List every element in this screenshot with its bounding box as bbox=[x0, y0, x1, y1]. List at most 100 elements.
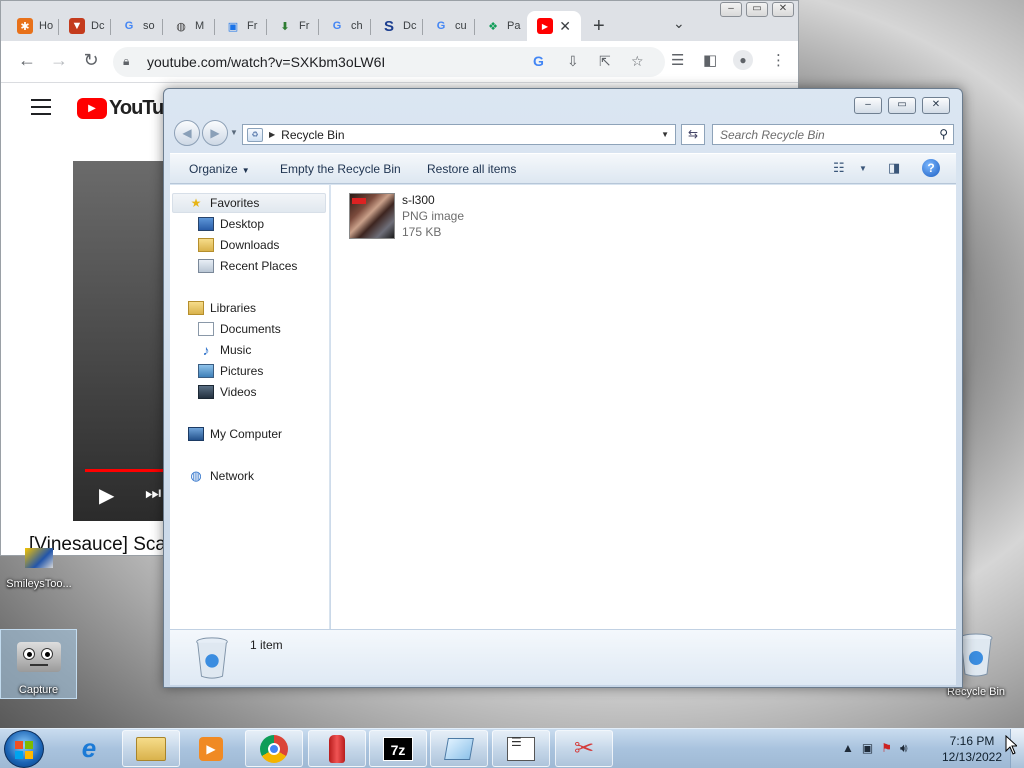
start-button[interactable] bbox=[4, 730, 44, 768]
recent-pages-dropdown-icon[interactable]: ▼ bbox=[230, 128, 238, 146]
nav-my-computer[interactable]: My Computer bbox=[188, 424, 282, 444]
refresh-icon[interactable]: ⇆ bbox=[681, 124, 705, 145]
taskbar: e ▶ 7z ☰ ✂ ▲ ▣ ⚑ 🔊︎ 7:16 PM 12/13/2022 bbox=[0, 728, 1024, 768]
file-name[interactable]: s-l300 bbox=[402, 193, 435, 207]
restore-all-button[interactable]: Restore all items bbox=[427, 162, 516, 176]
maximize-button[interactable]: ▭ bbox=[888, 97, 916, 114]
volume-icon[interactable]: 🔊︎ bbox=[900, 741, 908, 756]
tab-4[interactable]: ▣ Fr bbox=[215, 11, 267, 41]
lock-icon: 🔒︎ bbox=[123, 54, 130, 68]
document-icon: ▣ bbox=[227, 20, 239, 33]
profile-avatar-icon[interactable]: ● bbox=[733, 50, 753, 70]
guide-menu-icon[interactable] bbox=[31, 99, 51, 115]
tab-search-chevron-icon[interactable]: ⌄ bbox=[673, 15, 685, 32]
back-arrow-icon[interactable]: ◀ bbox=[174, 120, 200, 146]
tab-3[interactable]: ◍ M bbox=[163, 11, 215, 41]
nav-downloads[interactable]: Downloads bbox=[198, 235, 279, 255]
tab-label: Pa bbox=[507, 20, 521, 32]
tab-label: Dc bbox=[91, 20, 105, 32]
nav-recent-places[interactable]: Recent Places bbox=[198, 256, 297, 276]
desktop-icon-smileys[interactable]: SmileysToo... bbox=[2, 548, 76, 596]
side-panel-icon[interactable]: ◧ bbox=[703, 51, 717, 69]
new-tab-button[interactable]: + bbox=[593, 15, 605, 38]
address-dropdown-icon[interactable]: ▼ bbox=[661, 130, 669, 139]
google-lens-icon[interactable]: G bbox=[533, 53, 544, 69]
nav-label: Recent Places bbox=[220, 259, 298, 273]
preview-pane-icon[interactable]: ◨ bbox=[888, 160, 900, 176]
taskbar-snipping-tool[interactable]: ✂ bbox=[555, 730, 613, 767]
taskbar-notepad[interactable] bbox=[430, 730, 488, 767]
star-icon: ★ bbox=[190, 196, 202, 210]
tab-7[interactable]: S Dc bbox=[371, 11, 423, 41]
breadcrumb-caret-icon[interactable]: ▶ bbox=[269, 130, 275, 139]
recent-places-icon bbox=[198, 259, 214, 273]
file-thumbnail[interactable] bbox=[349, 193, 395, 239]
tab-8[interactable]: G cu bbox=[423, 11, 475, 41]
network-status-icon[interactable]: ▣ bbox=[862, 741, 873, 756]
browser-toolbar: ← → ↻ 🔒︎ youtube.com/watch?v=SXKbm3oLW6I… bbox=[1, 41, 798, 83]
minimize-button[interactable]: – bbox=[854, 97, 882, 114]
install-app-icon[interactable]: ⇩ bbox=[567, 53, 579, 70]
taskbar-file-explorer[interactable] bbox=[122, 730, 180, 767]
tab-2[interactable]: G so bbox=[111, 11, 163, 41]
tab-6[interactable]: G ch bbox=[319, 11, 371, 41]
search-input[interactable]: Search Recycle Bin ⚲ bbox=[712, 124, 954, 145]
address-bar[interactable]: 🔒︎ youtube.com/watch?v=SXKbm3oLW6I G ⇩ ⇱… bbox=[113, 47, 665, 77]
reload-icon[interactable]: ↻ bbox=[79, 50, 103, 71]
recycle-bin-small-icon: ♻ bbox=[247, 127, 263, 142]
nav-videos[interactable]: Videos bbox=[198, 382, 256, 402]
tab-youtube-active[interactable]: ▶ ✕ bbox=[527, 11, 581, 41]
empty-recycle-bin-button[interactable]: Empty the Recycle Bin bbox=[280, 162, 401, 176]
menu-kebab-icon[interactable]: ⋮ bbox=[771, 51, 786, 69]
media-controls-icon[interactable]: ☰ bbox=[671, 51, 684, 69]
taskbar-notes-list[interactable]: ☰ bbox=[492, 730, 550, 767]
tab-5[interactable]: ⬇ Fr bbox=[267, 11, 319, 41]
breadcrumb[interactable]: Recycle Bin bbox=[281, 128, 344, 142]
show-hidden-icons-icon[interactable]: ▲ bbox=[842, 741, 854, 756]
snipping-tool-icon: ✂ bbox=[573, 735, 595, 762]
taskbar-chrome[interactable] bbox=[245, 730, 303, 767]
close-button[interactable]: ✕ bbox=[772, 2, 794, 17]
taskbar-internet-explorer[interactable]: e bbox=[60, 730, 118, 767]
back-arrow-icon[interactable]: ← bbox=[15, 50, 39, 71]
forward-arrow-icon[interactable]: → bbox=[47, 50, 71, 71]
tab-strip: ✱ Ho ▼ Dc G so ◍ M ▣ Fr ⬇ Fr G ch S Dc G… bbox=[1, 1, 798, 41]
nav-network[interactable]: ◍ Network bbox=[188, 466, 254, 486]
video-progress-bar[interactable] bbox=[85, 469, 173, 472]
nav-documents[interactable]: Documents bbox=[198, 319, 281, 339]
tab-0[interactable]: ✱ Ho bbox=[7, 11, 59, 41]
video-player[interactable]: ▶ ⏭ bbox=[73, 161, 173, 521]
nav-pictures[interactable]: Pictures bbox=[198, 361, 263, 381]
next-video-icon[interactable]: ⏭ bbox=[145, 483, 161, 504]
nav-music[interactable]: ♪ Music bbox=[198, 340, 252, 360]
close-button[interactable]: ✕ bbox=[922, 97, 950, 114]
minimize-button[interactable]: – bbox=[720, 2, 742, 17]
taskbar-media-player[interactable]: ▶ bbox=[182, 730, 240, 767]
organize-button[interactable]: Organize ▼ bbox=[189, 162, 250, 176]
search-icon[interactable]: ⚲ bbox=[939, 127, 948, 141]
nav-libraries[interactable]: Libraries bbox=[188, 298, 256, 318]
share-icon[interactable]: ⇱ bbox=[599, 53, 611, 70]
nav-favorites[interactable]: ★ Favorites bbox=[172, 193, 326, 213]
forward-arrow-icon[interactable]: ▶ bbox=[202, 120, 228, 146]
taskbar-7zip[interactable]: 7z bbox=[369, 730, 427, 767]
change-view-icon[interactable]: ☷ bbox=[833, 160, 845, 176]
media-player-icon: ▶ bbox=[199, 736, 223, 761]
maximize-button[interactable]: ▭ bbox=[746, 2, 768, 17]
close-tab-icon[interactable]: ✕ bbox=[559, 18, 571, 35]
bookmark-star-icon[interactable]: ☆ bbox=[631, 53, 644, 70]
tab-1[interactable]: ▼ Dc bbox=[59, 11, 111, 41]
action-center-flag-icon[interactable]: ⚑ bbox=[881, 741, 892, 756]
play-icon[interactable]: ▶ bbox=[99, 483, 114, 508]
help-icon[interactable]: ? bbox=[922, 159, 940, 177]
clock[interactable]: 7:16 PM 12/13/2022 bbox=[940, 733, 1004, 765]
nav-label: Pictures bbox=[220, 364, 264, 378]
taskbar-fire-extinguisher-app[interactable] bbox=[308, 730, 366, 767]
downloads-folder-icon bbox=[198, 238, 214, 252]
nav-desktop[interactable]: Desktop bbox=[198, 214, 264, 234]
address-bar[interactable]: ♻ ▶ Recycle Bin ▼ bbox=[242, 124, 676, 145]
desktop-icon-capture[interactable]: Capture bbox=[0, 629, 77, 699]
tab-9[interactable]: ❖ Pa bbox=[475, 11, 527, 41]
view-options-dropdown-icon[interactable]: ▼ bbox=[859, 164, 867, 173]
chrome-icon bbox=[260, 734, 288, 763]
